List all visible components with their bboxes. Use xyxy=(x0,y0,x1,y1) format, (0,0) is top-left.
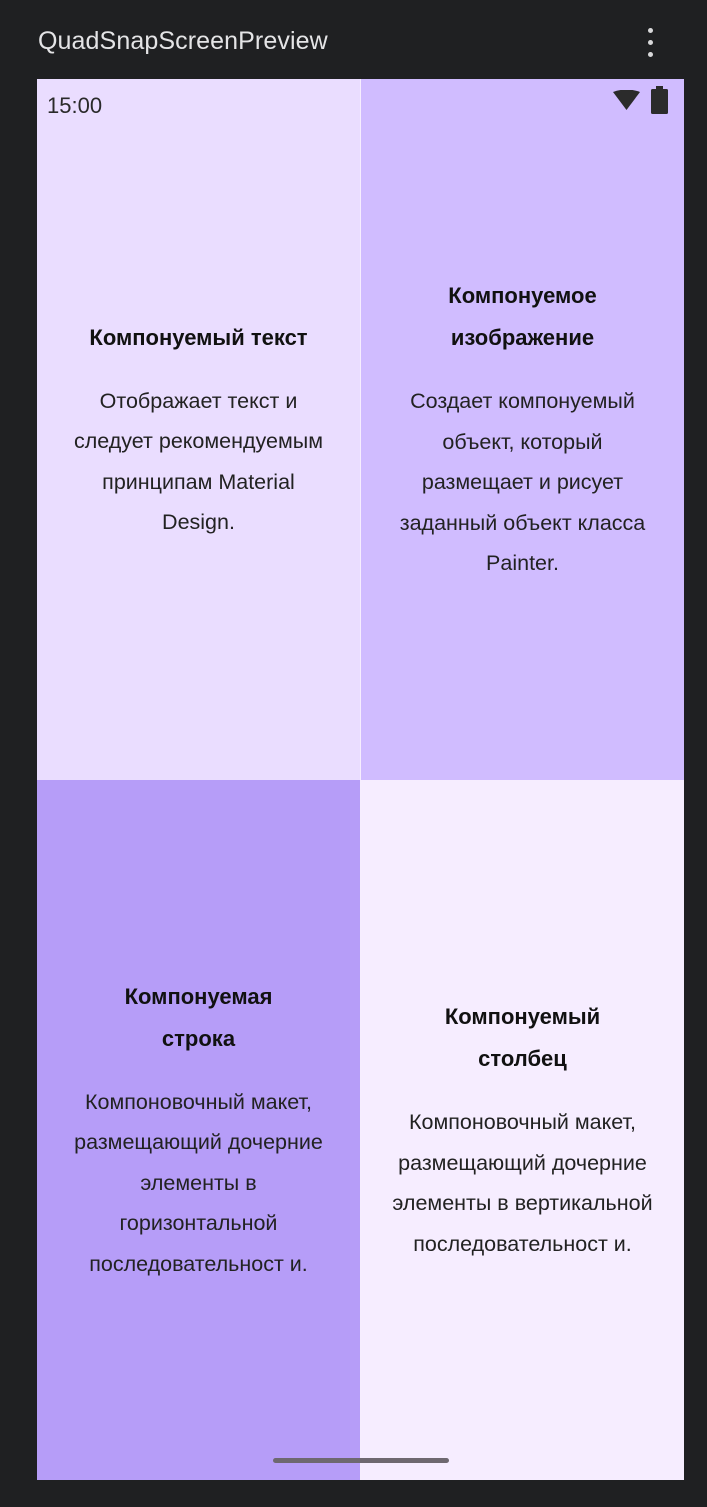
status-bar: 15:00 xyxy=(37,79,684,131)
card-title: Компонуемый текст xyxy=(89,324,308,350)
card-title: Компонуемый столбец xyxy=(444,1004,601,1071)
card-description: Создает компонуемый объект, который разм… xyxy=(399,389,646,576)
quadrant-image-composable: Компонуемое изображение Создает компонуе… xyxy=(361,79,684,780)
preview-header: QuadSnapScreenPreview xyxy=(0,0,707,80)
device-preview-frame: 15:00 Компонуемый текст Отображает текст… xyxy=(37,79,684,1480)
quadrant-column-composable: Компонуемый столбец Компоновочный макет,… xyxy=(361,780,684,1480)
card-title: Компонуемое изображение xyxy=(448,283,597,351)
card-title: Компонуемая строка xyxy=(124,983,273,1051)
card-description: Отображает текст и следует рекомендуемым… xyxy=(73,388,324,535)
quadrant-text-composable: Компонуемый текст Отображает текст и сле… xyxy=(37,79,360,780)
more-options-button[interactable] xyxy=(636,24,664,62)
card-description: Компоновочный макет, размещающий дочерни… xyxy=(392,1110,653,1256)
quadrant-row-composable: Компонуемая строка Компоновочный макет, … xyxy=(37,780,360,1480)
status-time: 15:00 xyxy=(47,93,103,118)
battery-icon xyxy=(650,86,669,119)
preview-title: QuadSnapScreenPreview xyxy=(38,27,328,55)
card-description: Компоновочный макет, размещающий дочерни… xyxy=(74,1089,323,1276)
wifi-icon xyxy=(613,89,640,115)
gesture-navigation-bar[interactable] xyxy=(273,1458,449,1463)
